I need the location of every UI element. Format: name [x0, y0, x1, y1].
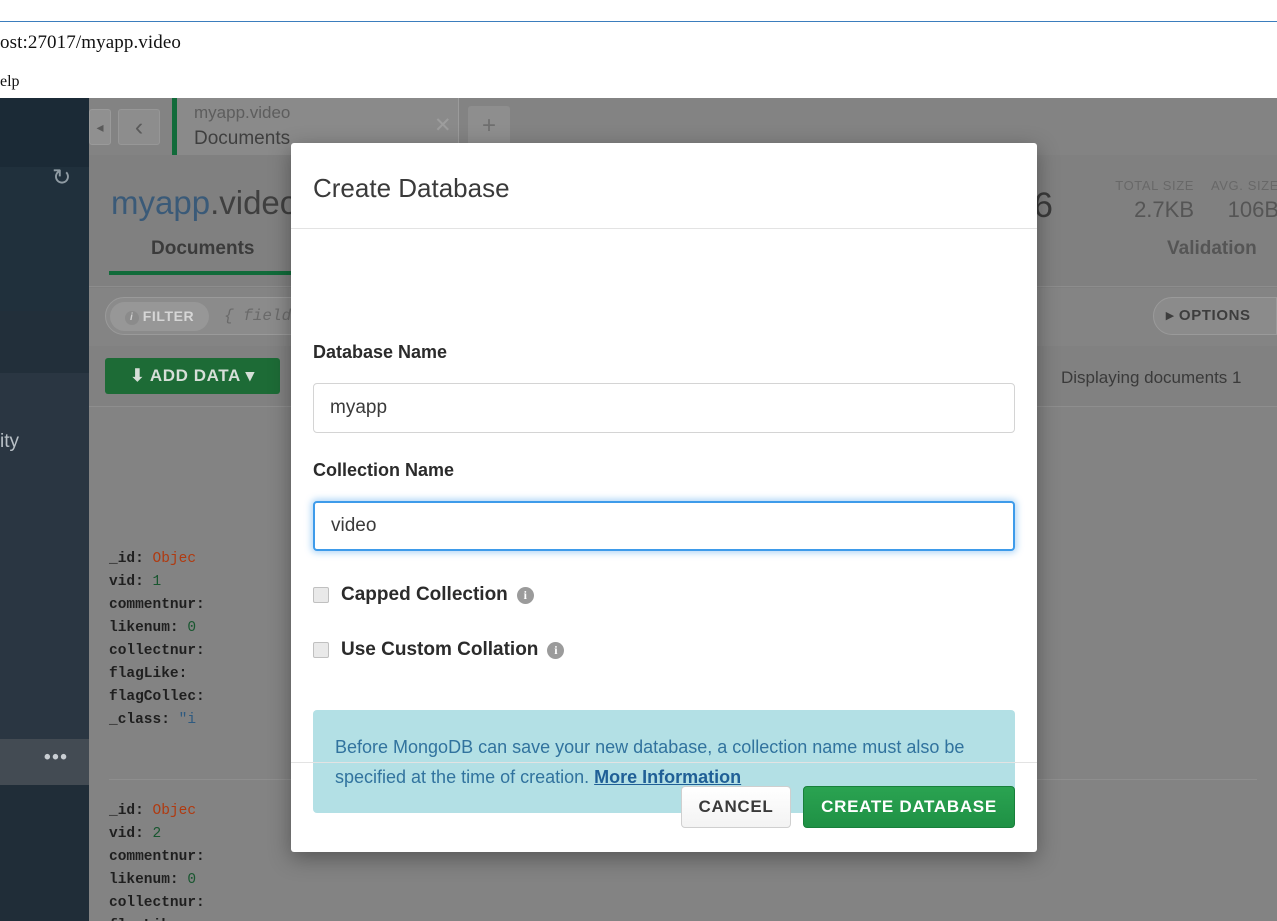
info-icon: i: [124, 311, 139, 325]
sidebar-overflow-icon[interactable]: •••: [44, 748, 68, 767]
page-title-db: myapp: [111, 184, 211, 221]
sidebar-item-label: ity: [0, 431, 19, 452]
use-custom-collation-label: Use Custom Collation: [341, 639, 539, 660]
stat-avg-size: AVG. SIZE 106B: [1179, 178, 1277, 223]
screen-root: ost:27017/myapp.video elp ↻ ity ••• ◂ ‹ …: [0, 0, 1277, 921]
refresh-icon[interactable]: ↻: [52, 166, 71, 189]
stat-total-size-value: 2.7KB: [1134, 197, 1194, 222]
browser-chrome: ost:27017/myapp.video elp: [0, 0, 1277, 98]
document-field: likenum: 0: [109, 872, 197, 888]
sidebar-header: [0, 98, 89, 167]
capped-collection-row[interactable]: Capped Collection i: [313, 584, 534, 606]
filter-input[interactable]: { field:: [224, 307, 301, 325]
info-icon[interactable]: i: [516, 586, 534, 604]
info-icon[interactable]: i: [547, 641, 565, 659]
displaying-documents-text: Displaying documents 1: [1061, 368, 1242, 387]
dialog-header: Create Database: [291, 143, 1037, 229]
database-name-label: Database Name: [313, 342, 448, 362]
capped-collection-checkbox[interactable]: [313, 587, 329, 603]
create-database-button[interactable]: CREATE DATABASE: [803, 786, 1015, 828]
sidebar-section-b: [0, 373, 89, 739]
stat-total-size-label: TOTAL SIZE: [1115, 178, 1194, 193]
stat-avg-size-label: AVG. SIZE: [1210, 178, 1277, 193]
create-database-dialog: Create Database Database Name Collection…: [291, 143, 1037, 852]
sidebar-section-a: [0, 311, 89, 373]
filter-chip-label: FILTER: [142, 308, 195, 324]
tab-validation[interactable]: Validation: [1167, 238, 1257, 260]
add-tab-icon[interactable]: +: [468, 106, 510, 148]
use-custom-collation-checkbox[interactable]: [313, 642, 329, 658]
caret-right-icon: ▸: [1166, 307, 1175, 324]
add-data-button[interactable]: ⬇ ADD DATA ▾: [105, 358, 280, 394]
cancel-button[interactable]: CANCEL: [681, 786, 791, 828]
database-name-input[interactable]: [313, 383, 1015, 433]
tab-active-indicator: [172, 98, 177, 155]
chevron-left-icon[interactable]: ‹: [118, 109, 160, 145]
sidebar: ↻ ity •••: [0, 98, 89, 921]
caret-left-icon[interactable]: ◂: [89, 109, 111, 145]
stat-avg-size-value: 106B: [1227, 197, 1277, 222]
close-icon[interactable]: ✕: [434, 115, 452, 136]
tab-subtitle: Documents: [194, 128, 291, 149]
dialog-footer: CANCEL CREATE DATABASE: [291, 762, 1037, 852]
tab-active-underline: [109, 271, 306, 275]
filter-chip[interactable]: i FILTER: [110, 302, 209, 331]
document-field: flagLike:: [109, 915, 1239, 921]
dialog-title: Create Database: [313, 173, 510, 203]
page-title: myapp.video: [111, 184, 298, 222]
collection-name-input[interactable]: [313, 501, 1015, 551]
use-custom-collation-row[interactable]: Use Custom Collation i: [313, 639, 565, 661]
add-data-label: ADD DATA: [149, 366, 241, 385]
options-button-label: OPTIONS: [1178, 307, 1251, 324]
tab-documents[interactable]: Documents: [151, 238, 254, 260]
collection-name-label: Collection Name: [313, 460, 455, 480]
browser-accent-line: [0, 21, 1277, 22]
tab-title: myapp.video: [194, 103, 291, 122]
chevron-down-icon: ▾: [245, 366, 255, 385]
browser-menu-help[interactable]: elp: [0, 73, 20, 91]
options-button[interactable]: ▸ OPTIONS: [1153, 297, 1277, 335]
capped-collection-label: Capped Collection: [341, 584, 508, 605]
page-title-collection: .video: [210, 184, 299, 221]
sidebar-bottom-fill: [0, 785, 89, 921]
document-field: collectnur:: [109, 895, 205, 911]
stat-total-size: TOTAL SIZE 2.7KB: [1064, 178, 1194, 223]
address-bar-url[interactable]: ost:27017/myapp.video: [0, 32, 181, 54]
dialog-body: Database Name Collection Name Capped Col…: [291, 229, 1037, 813]
